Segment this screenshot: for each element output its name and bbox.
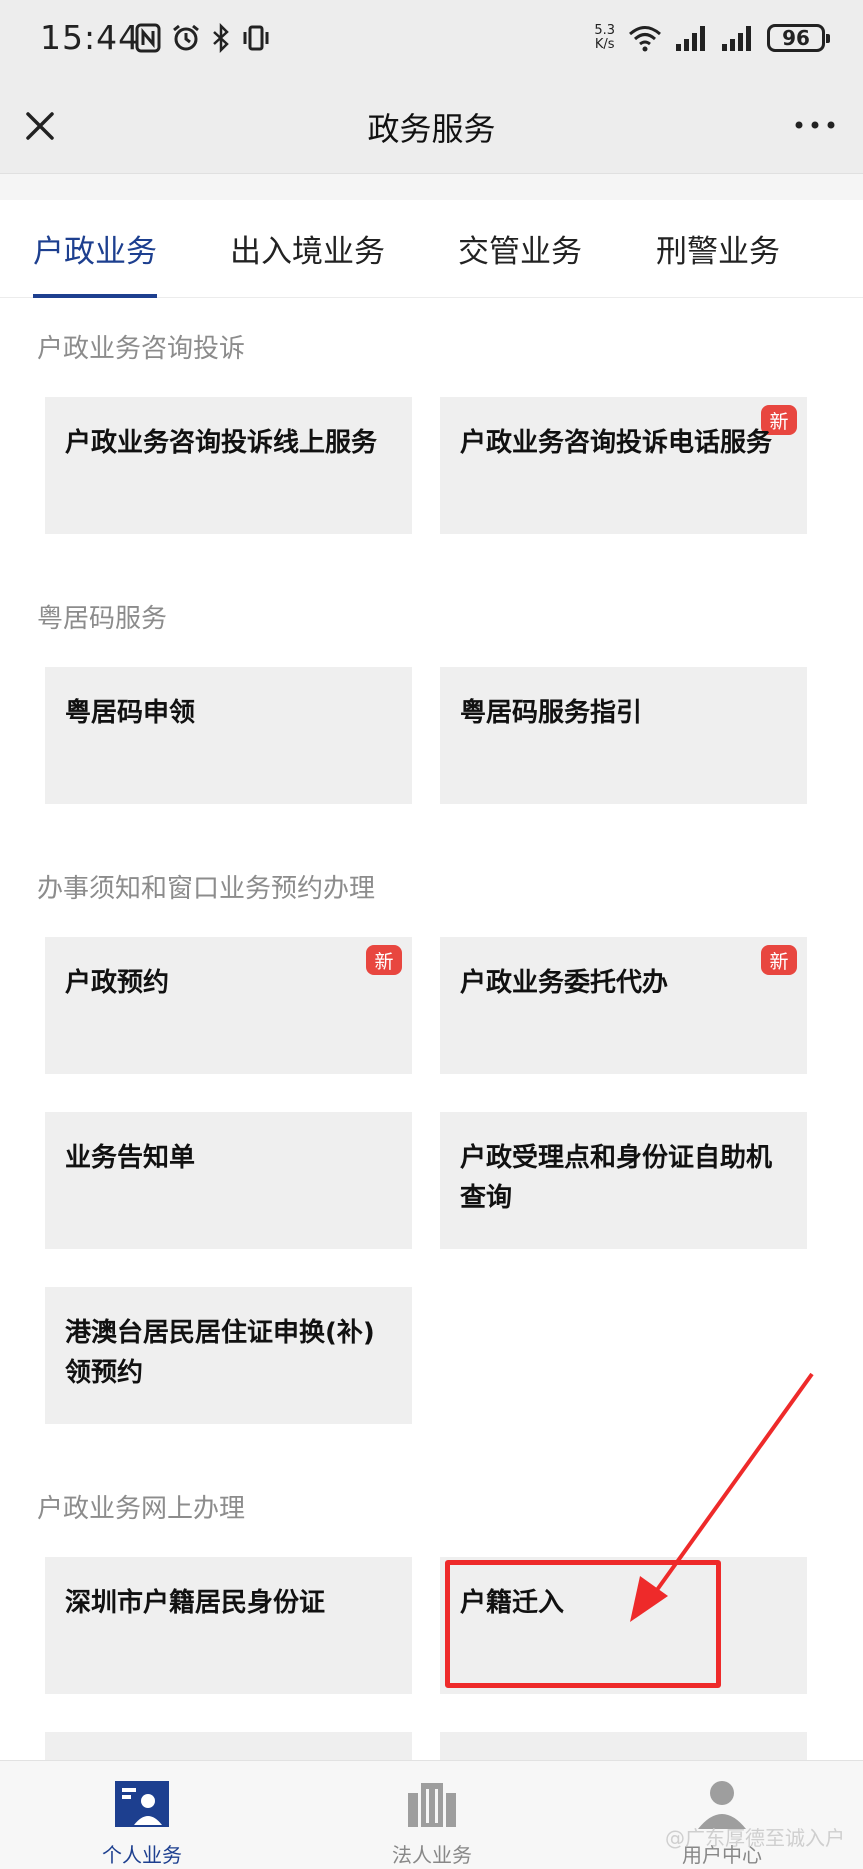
status-bar: 15:44 5.3 K/s 96 <box>0 0 863 78</box>
alarm-icon <box>173 24 199 51</box>
card-residence-code-apply[interactable]: 粤居码申领 <box>45 667 412 804</box>
building-icon <box>408 1783 456 1827</box>
nav-legal-business[interactable]: 法人业务 <box>332 1761 532 1869</box>
tab-traffic[interactable]: 交管业务 <box>458 226 582 298</box>
status-icons-left <box>135 20 271 56</box>
card-business-notice[interactable]: 业务告知单 <box>45 1112 412 1249</box>
personal-business-icon <box>115 1781 169 1827</box>
net-speed: 5.3 K/s <box>594 23 615 52</box>
nfc-icon <box>135 23 161 53</box>
bluetooth-icon <box>213 23 229 53</box>
section-title: 办事须知和窗口业务预约办理 <box>37 874 376 904</box>
status-icons-right: 5.3 K/s 96 <box>594 18 830 58</box>
tab-criminal[interactable]: 刑警业务 <box>656 226 780 298</box>
card-consult-phone[interactable]: 新 户政业务咨询投诉电话服务 <box>440 397 807 534</box>
section-title: 粤居码服务 <box>37 604 168 634</box>
more-options-icon[interactable] <box>791 110 839 140</box>
tab-household[interactable]: 户政业务 <box>33 226 157 298</box>
section-title: 户政业务网上办理 <box>37 1494 246 1524</box>
card-household-appointment[interactable]: 新 户政预约 <box>45 937 412 1074</box>
tab-active-underline <box>33 294 157 298</box>
nav-personal-business[interactable]: 个人业务 <box>42 1761 242 1869</box>
bottom-nav: 个人业务 法人业务 用户中心 <box>0 1760 863 1869</box>
nav-user-center[interactable]: 用户中心 <box>622 1761 822 1869</box>
card-partial[interactable] <box>45 1732 412 1760</box>
card-consult-online[interactable]: 户政业务咨询投诉线上服务 <box>45 397 412 534</box>
card-proxy-handling[interactable]: 新 户政业务委托代办 <box>440 937 807 1074</box>
title-bar: 政务服务 <box>0 78 863 174</box>
card-residence-code-guide[interactable]: 粤居码服务指引 <box>440 667 807 804</box>
card-service-point-query[interactable]: 户政受理点和身份证自助机查询 <box>440 1112 807 1249</box>
battery-indicator: 96 <box>767 24 830 52</box>
watermark: @广东厚德至诚入户 <box>665 1826 845 1850</box>
tab-bar: 户政业务 出入境业务 交管业务 刑警业务 <box>0 200 863 298</box>
page-title: 政务服务 <box>367 110 496 148</box>
section-title: 户政业务咨询投诉 <box>37 334 246 364</box>
card-household-transfer-in[interactable]: 户籍迁入 <box>440 1557 807 1694</box>
separator <box>0 174 863 200</box>
status-time: 15:44 <box>40 18 141 57</box>
card-shenzhen-id-card[interactable]: 深圳市户籍居民身份证 <box>45 1557 412 1694</box>
wifi-icon <box>629 26 661 52</box>
card-hmt-residence-permit[interactable]: 港澳台居民居住证申换(补)领预约 <box>45 1287 412 1424</box>
signal-icon-2 <box>722 26 751 51</box>
signal-icon <box>676 26 705 51</box>
vibrate-icon <box>243 25 269 51</box>
card-partial[interactable] <box>440 1732 807 1760</box>
tab-exit-entry[interactable]: 出入境业务 <box>230 226 385 298</box>
